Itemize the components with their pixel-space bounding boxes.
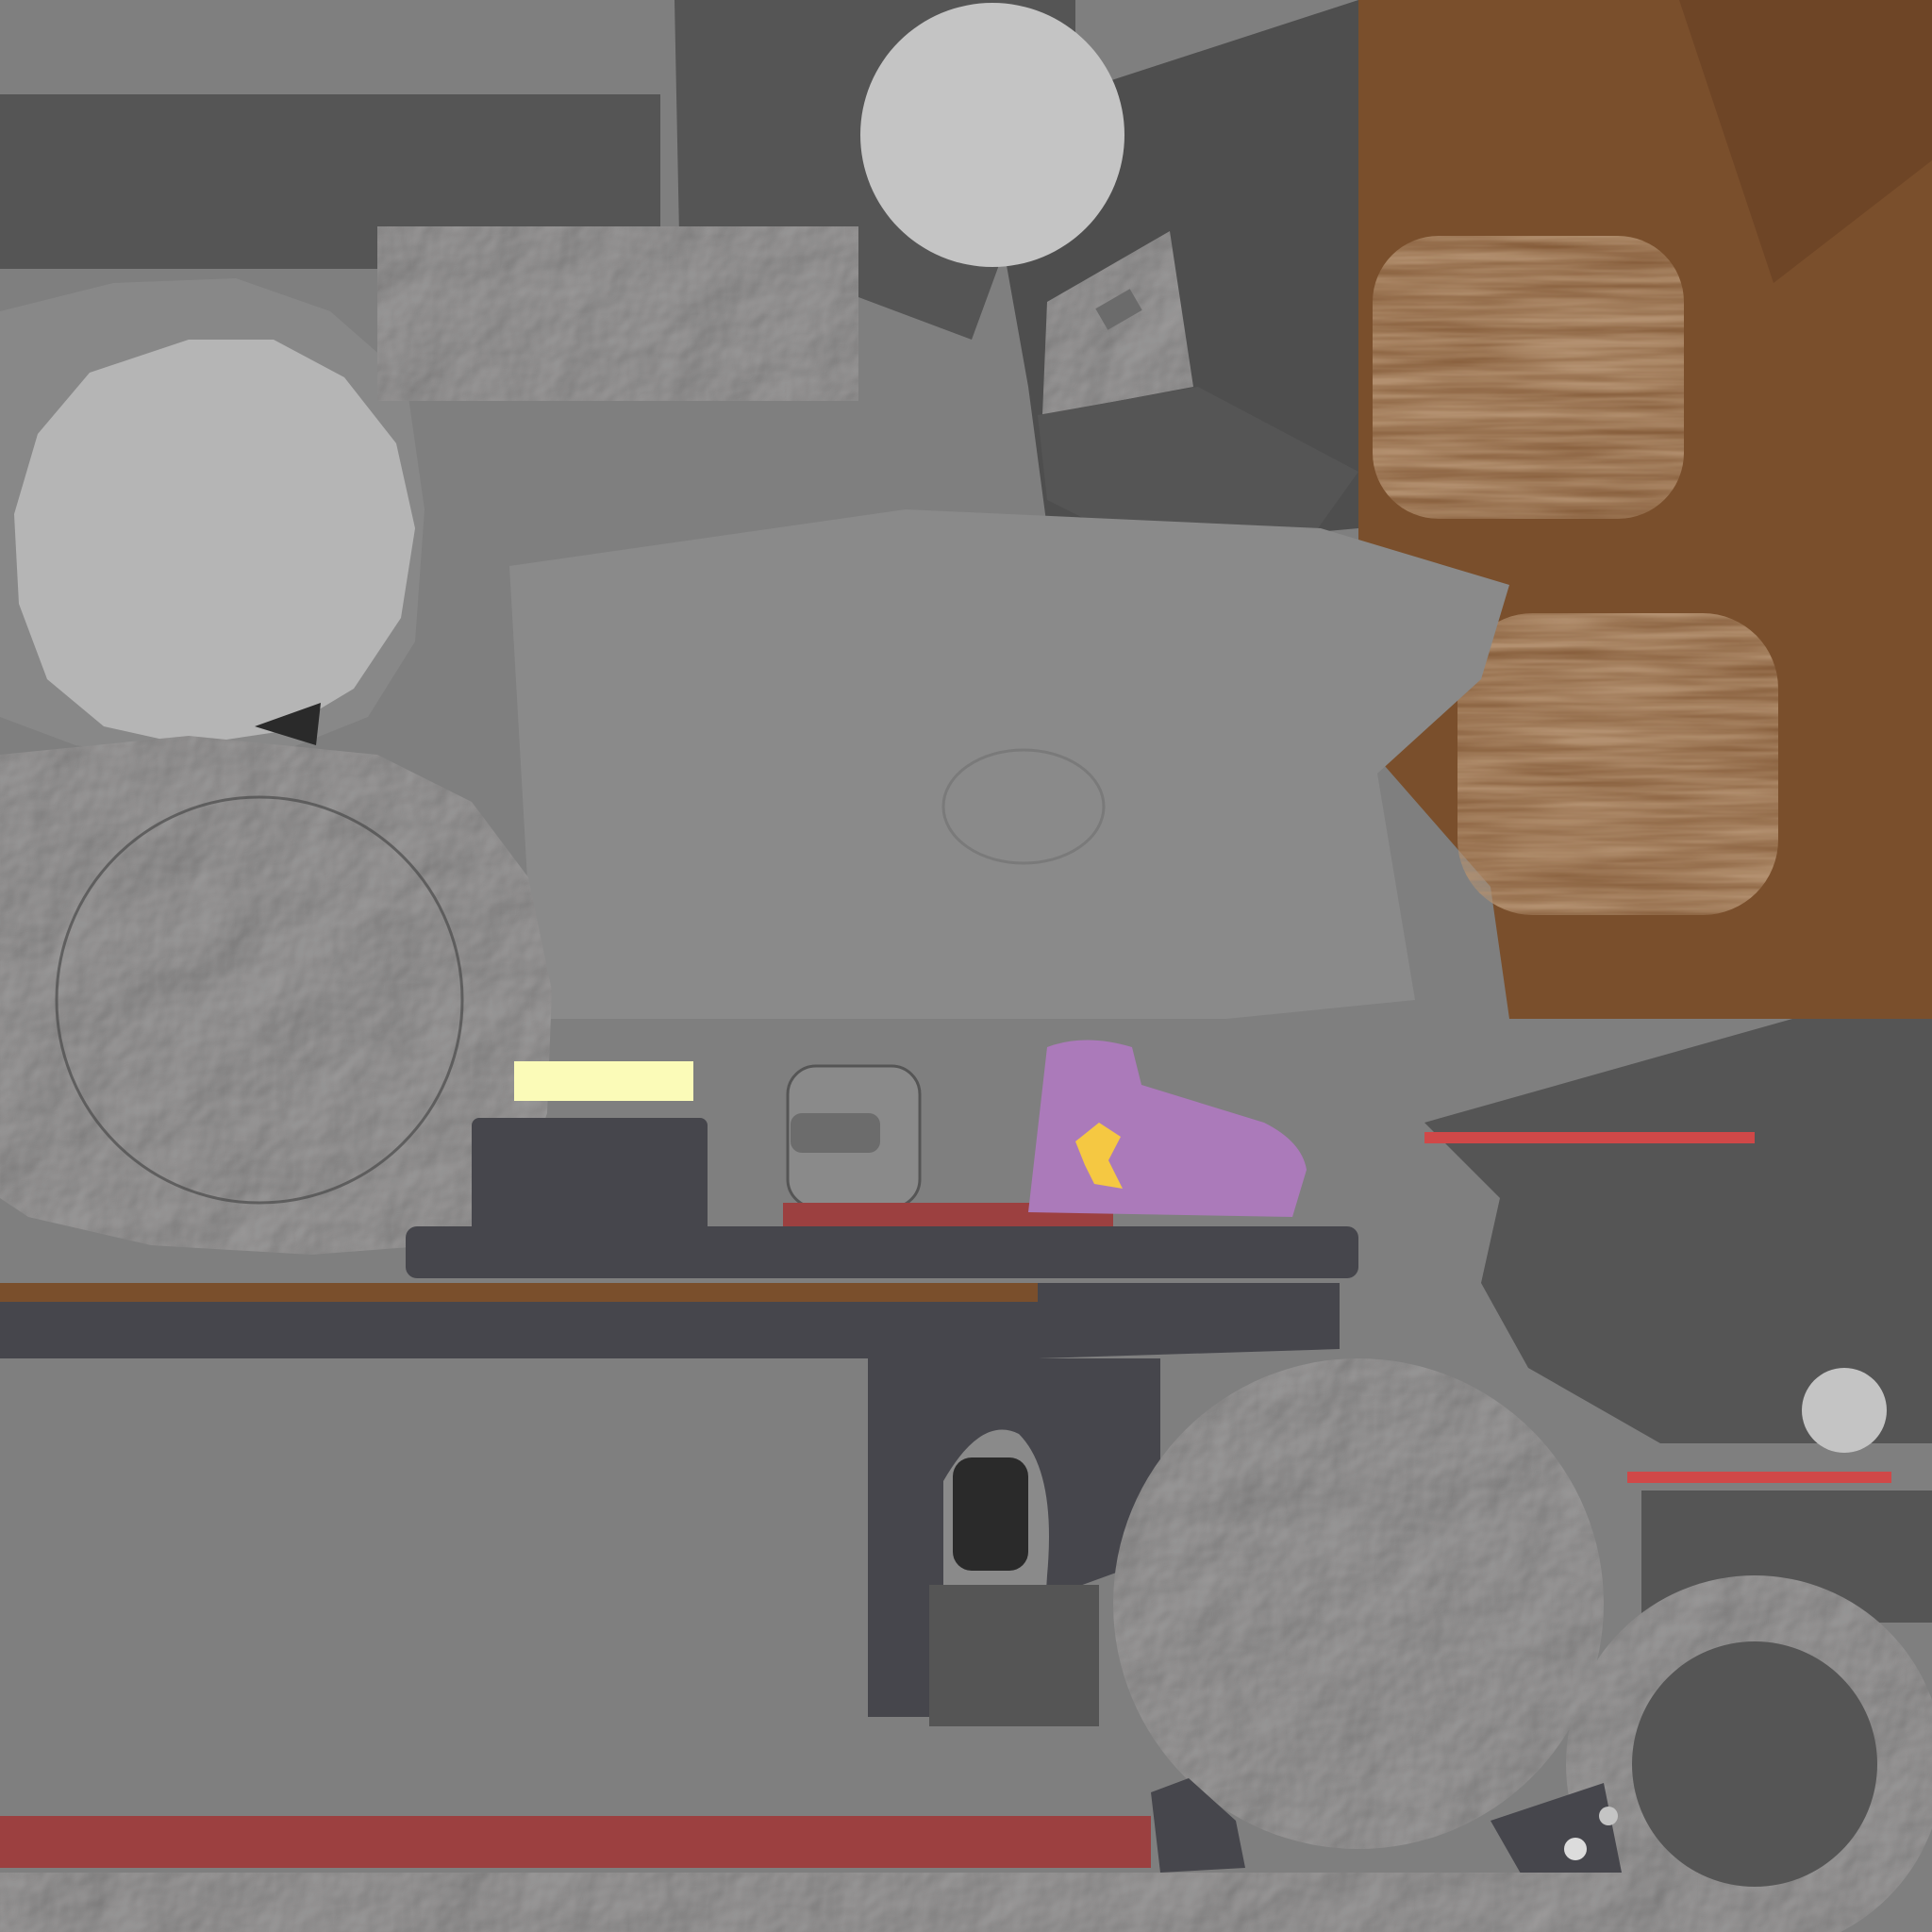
paper-strip-top — [377, 226, 858, 401]
gear-disc-inner — [1632, 1641, 1877, 1887]
paper-disc-left — [0, 736, 552, 1255]
dark-bar-right — [1038, 1283, 1340, 1358]
wood-grain-upper — [1373, 236, 1684, 519]
uv-texture-atlas — [0, 0, 1932, 1932]
lower-gray-block — [929, 1585, 1099, 1726]
tiny-sparkle — [1564, 1838, 1587, 1860]
red-strip-bottom — [0, 1816, 1151, 1868]
red-line-right-2 — [1627, 1472, 1891, 1483]
arch-black-tab — [953, 1457, 1028, 1571]
red-line-right-1 — [1424, 1132, 1755, 1143]
small-light-circle — [1802, 1368, 1887, 1453]
left-disc-frame — [0, 278, 425, 759]
light-circle-top — [860, 3, 1124, 267]
wood-grain-lower — [1457, 613, 1778, 915]
dark-mini-block — [791, 1113, 880, 1153]
pale-yellow-stripe — [514, 1061, 693, 1101]
paper-disc-lower — [1113, 1358, 1604, 1849]
dark-block-left — [472, 1118, 708, 1236]
tiny-light-dot — [1599, 1807, 1618, 1825]
dark-bar-long — [0, 1302, 1038, 1358]
paper-strip-bottom — [0, 1873, 1698, 1932]
center-ellipse — [941, 748, 1106, 865]
dark-bar-mid — [406, 1226, 1358, 1278]
